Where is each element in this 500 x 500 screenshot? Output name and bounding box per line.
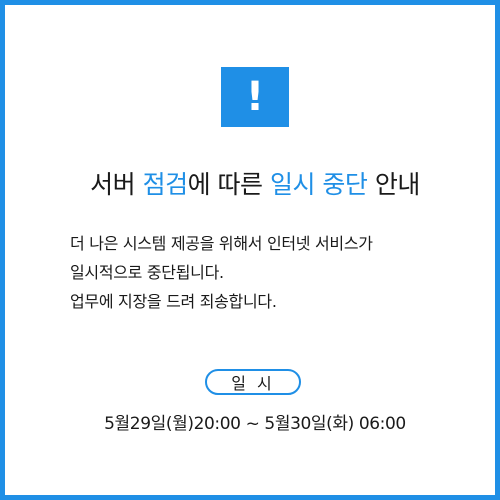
- title-accent-inspection: 점검: [142, 170, 189, 199]
- exclamation-icon: !: [221, 67, 289, 127]
- title-accent-suspension: 일시 중단: [269, 170, 368, 199]
- body-line-3: 업무에 지장을 드려 죄송합니다.: [70, 292, 277, 311]
- schedule-label-badge: 일 시: [205, 369, 301, 395]
- notice-title: 서버 점검에 따른 일시 중단 안내: [5, 165, 500, 201]
- notice-frame: ! 서버 점검에 따른 일시 중단 안내 더 나은 시스템 제공을 위해서 인터…: [0, 0, 500, 500]
- alert-symbol: !: [245, 74, 265, 120]
- title-part-1: 서버: [90, 170, 143, 199]
- title-part-3: 안내: [367, 170, 421, 199]
- body-line-2: 일시적으로 중단됩니다.: [70, 263, 224, 282]
- body-line-1: 더 나은 시스템 제공을 위해서 인터넷 서비스가: [70, 234, 373, 253]
- schedule-label: 일 시: [231, 374, 275, 393]
- schedule-time: 5월29일(월)20:00 ~ 5월30일(화) 06:00: [104, 414, 406, 434]
- notice-body: 더 나은 시스템 제공을 위해서 인터넷 서비스가 일시적으로 중단됩니다. 업…: [70, 229, 470, 316]
- title-part-2: 에 따른: [187, 170, 270, 199]
